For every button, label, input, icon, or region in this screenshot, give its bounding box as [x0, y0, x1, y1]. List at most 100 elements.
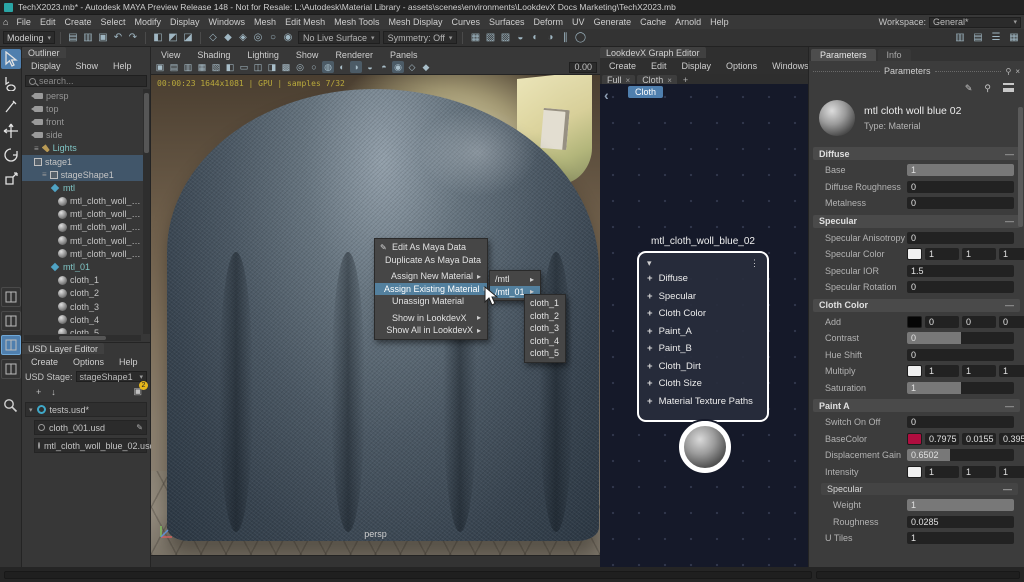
- main-menu-file[interactable]: File: [12, 16, 35, 28]
- layout-persp-outliner[interactable]: [1, 335, 21, 355]
- color-swatch[interactable]: [907, 365, 922, 377]
- node-port-cloth-dirt[interactable]: +Cloth_Dirt: [647, 358, 759, 376]
- color-swatch[interactable]: [907, 433, 922, 445]
- outliner-item-mtl-cloth-woll-blue-1[interactable]: mtl_cloth_woll_blue_1: [22, 195, 143, 208]
- back-icon[interactable]: ‹: [604, 87, 609, 103]
- node-kebab-icon[interactable]: ⋮: [750, 258, 759, 269]
- default-lighting-icon[interactable]: ◐: [336, 61, 348, 73]
- arnold-renderview-icon[interactable]: ◯: [573, 31, 587, 45]
- outliner-item-cloth-2[interactable]: cloth_2: [22, 287, 143, 300]
- lock-camera-icon[interactable]: ▤: [168, 61, 180, 73]
- field-chart-icon[interactable]: ▩: [280, 61, 292, 73]
- home-icon[interactable]: ⌂: [3, 17, 8, 27]
- pause-icon[interactable]: ∥: [558, 31, 572, 45]
- value-field[interactable]: 1.5: [907, 265, 1014, 277]
- context-item-show-all-in-lookdevx[interactable]: Show All in LookdevX▸: [375, 324, 487, 337]
- main-menu-edit-mesh[interactable]: Edit Mesh: [281, 16, 329, 28]
- node-port-specular[interactable]: +Specular: [647, 288, 759, 306]
- lookdevx-menu-options[interactable]: Options: [722, 60, 761, 72]
- attr-tab-parameters[interactable]: Parameters: [811, 49, 876, 61]
- collapse-icon[interactable]: —: [1005, 216, 1014, 226]
- section-header-diffuse[interactable]: Diffuse—: [813, 147, 1020, 160]
- bookmark-icon[interactable]: ▦: [196, 61, 208, 73]
- render-settings-icon[interactable]: ▨: [498, 31, 512, 45]
- node-port-paint-a[interactable]: +Paint_A: [647, 323, 759, 341]
- edit-target-pencil-icon[interactable]: ✎: [136, 423, 143, 432]
- layout-four-pane[interactable]: [1, 311, 21, 331]
- section-header-paint-a[interactable]: Paint A—: [813, 399, 1020, 412]
- main-menu-mesh-tools[interactable]: Mesh Tools: [330, 16, 383, 28]
- save-all-layers-icon[interactable]: ▣ 2: [133, 386, 142, 397]
- usd-sublayer-row-mtl-cloth-woll-blue-02-usd[interactable]: mtl_cloth_woll_blue_02.usd✎: [34, 438, 147, 453]
- main-menu-create[interactable]: Create: [60, 16, 95, 28]
- main-menu-mesh-display[interactable]: Mesh Display: [384, 16, 446, 28]
- context-item-assign-new-material[interactable]: Assign New Material▸: [375, 270, 487, 283]
- submenu-item-cloth-2[interactable]: cloth_2: [525, 310, 565, 323]
- gate-mask-icon[interactable]: ◨: [266, 61, 278, 73]
- usd-sublayer-row-cloth-001-usd[interactable]: cloth_001.usd✎: [34, 420, 147, 435]
- scale-tool[interactable]: [1, 169, 21, 189]
- submenu-item-cloth-3[interactable]: cloth_3: [525, 322, 565, 335]
- outliner-item-front[interactable]: front: [22, 115, 143, 128]
- import-layer-icon[interactable]: ↓: [51, 387, 56, 397]
- main-menu-help[interactable]: Help: [706, 16, 733, 28]
- main-menu-surfaces[interactable]: Surfaces: [485, 16, 529, 28]
- main-menu-modify[interactable]: Modify: [131, 16, 166, 28]
- collapse-icon[interactable]: —: [1005, 149, 1014, 159]
- context-item-show-in-lookdevx[interactable]: Show in LookdevX▸: [375, 312, 487, 325]
- light-editor-icon[interactable]: ◑: [543, 31, 557, 45]
- outliner-item-stage1[interactable]: stage1: [22, 155, 143, 168]
- value-field[interactable]: 0: [907, 181, 1014, 193]
- value-field[interactable]: 1: [962, 466, 996, 478]
- snap-to-curve-icon[interactable]: ◆: [221, 31, 235, 45]
- outliner-item-mtl[interactable]: mtl: [22, 181, 143, 194]
- viewport-menu-view[interactable]: View: [157, 49, 184, 58]
- pin-icon[interactable]: ⚲: [1005, 67, 1011, 76]
- value-field[interactable]: 1: [962, 248, 996, 260]
- add-sublayer-icon[interactable]: +: [36, 387, 41, 397]
- outliner-item-stageshape1[interactable]: ≡stageShape1: [22, 168, 143, 181]
- submenu-item-cloth-4[interactable]: cloth_4: [525, 335, 565, 348]
- hypershade-icon[interactable]: ◒: [513, 31, 527, 45]
- shadows-icon[interactable]: ◒: [364, 61, 376, 73]
- make-live-icon[interactable]: ◉: [281, 31, 295, 45]
- value-field[interactable]: 0.7975: [925, 433, 959, 445]
- channel-box-toggle-icon[interactable]: ▥: [953, 31, 967, 45]
- pin-attributes-icon[interactable]: ⚲: [984, 83, 991, 94]
- value-field[interactable]: 0: [907, 332, 1014, 344]
- menu-set-dropdown[interactable]: Modeling ▾: [3, 31, 55, 44]
- usd-menu-help[interactable]: Help: [115, 356, 142, 368]
- subsection-header-specular[interactable]: Specular—: [821, 483, 1018, 495]
- value-field[interactable]: 1: [907, 164, 1014, 176]
- context-item-assign-existing-material[interactable]: Assign Existing Material▸: [375, 283, 487, 296]
- resolution-gate-icon[interactable]: ◫: [252, 61, 264, 73]
- tool-settings-toggle-icon[interactable]: ☰: [989, 31, 1003, 45]
- snap-to-point-icon[interactable]: ◈: [236, 31, 250, 45]
- value-field[interactable]: 1: [925, 248, 959, 260]
- main-menu-edit[interactable]: Edit: [36, 16, 60, 28]
- workspace-controls-icon[interactable]: ▦: [1007, 31, 1021, 45]
- redo-icon[interactable]: ↷: [126, 31, 140, 45]
- section-header-specular[interactable]: Specular—: [813, 215, 1020, 228]
- textured-icon[interactable]: ◆: [420, 61, 432, 73]
- value-field[interactable]: 1: [999, 365, 1024, 377]
- value-field[interactable]: 0.3955: [999, 433, 1024, 445]
- outliner-item-top[interactable]: top: [22, 102, 143, 115]
- value-field[interactable]: 0: [907, 232, 1014, 244]
- ipr-render-icon[interactable]: ▧: [483, 31, 497, 45]
- value-field[interactable]: 0: [907, 197, 1014, 209]
- outliner-item-mtl-cloth-woll-blue-5[interactable]: mtl_cloth_woll_blue_5: [22, 247, 143, 260]
- live-surface-dropdown[interactable]: No Live Surface ▾: [298, 31, 380, 44]
- viewport-menu-lighting[interactable]: Lighting: [243, 49, 283, 58]
- safe-title-icon[interactable]: ○: [308, 61, 320, 73]
- select-by-object-icon[interactable]: ◩: [166, 31, 180, 45]
- node-collapse-icon[interactable]: ▾: [647, 258, 652, 269]
- viewport-menu-shading[interactable]: Shading: [193, 49, 234, 58]
- antialiasing-icon[interactable]: ◉: [392, 61, 404, 73]
- layer-mute-toggle[interactable]: [38, 442, 40, 449]
- context-item-edit-as-maya-data[interactable]: ✎Edit As Maya Data: [375, 241, 487, 254]
- color-swatch[interactable]: [907, 316, 922, 328]
- wireframe-icon[interactable]: ◇: [406, 61, 418, 73]
- lookdevx-icon[interactable]: ◐: [528, 31, 542, 45]
- value-field[interactable]: 1: [907, 499, 1014, 511]
